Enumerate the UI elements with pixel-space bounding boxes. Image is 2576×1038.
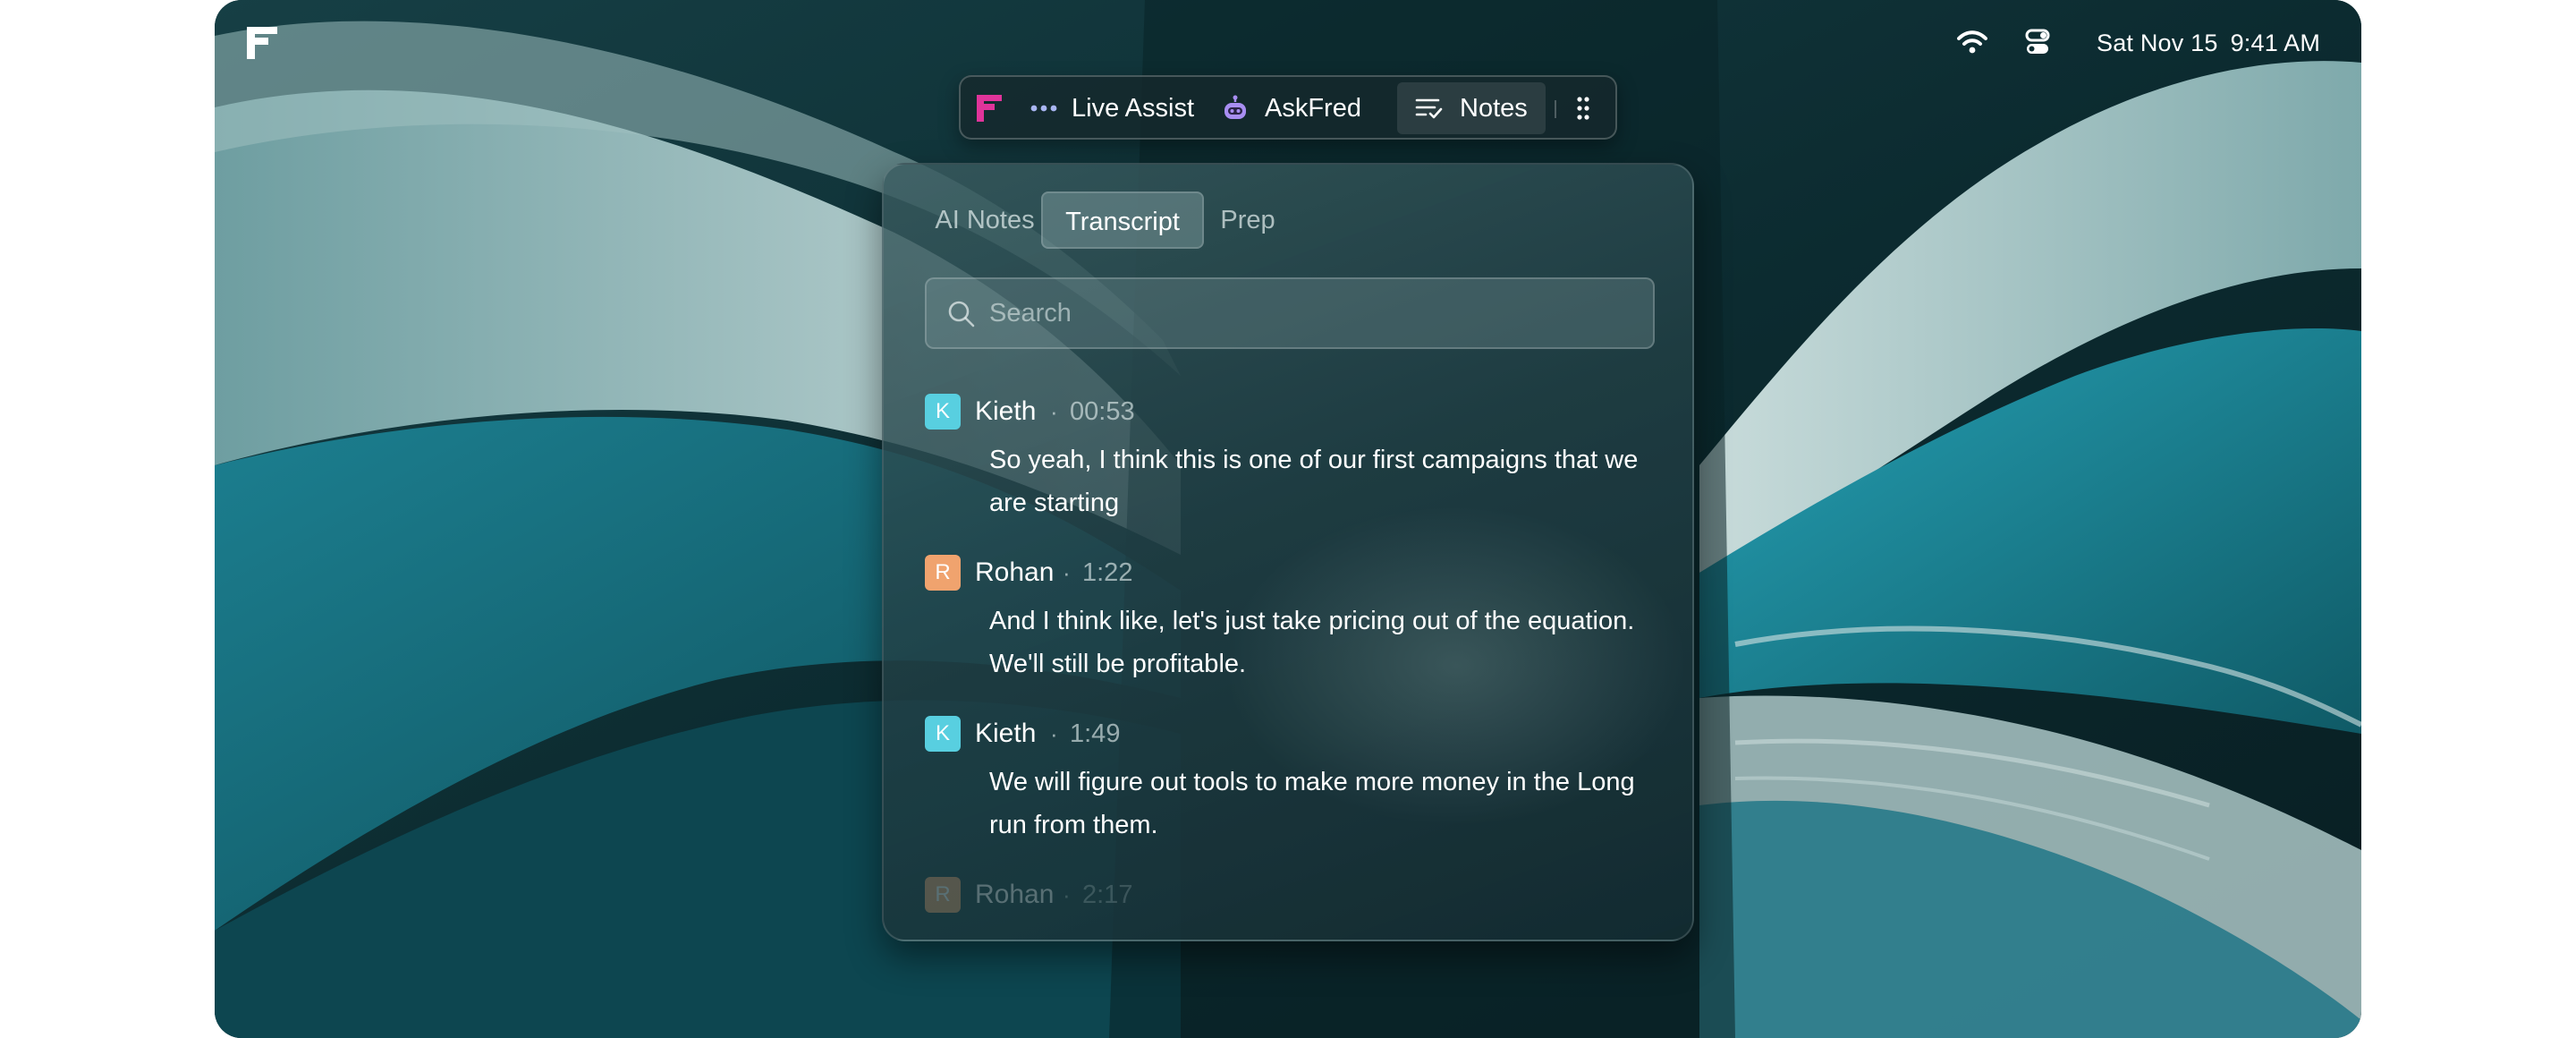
wifi-icon[interactable] (1957, 30, 1987, 54)
notes-button[interactable]: Notes (1397, 82, 1546, 134)
transcript-text: So yeah, I think this is one of our firs… (989, 446, 1639, 517)
timestamp[interactable]: 1:49 (1070, 716, 1120, 752)
toolbar-divider (1555, 100, 1556, 118)
clock-time: 9:41 AM (2230, 30, 2321, 56)
search-icon (948, 301, 975, 328)
live-assist-label: Live Assist (1072, 94, 1194, 123)
brand-logo-icon[interactable] (977, 95, 1002, 122)
assistant-toolbar: Live Assist AskFred Notes (959, 75, 1617, 140)
speaker-avatar: K (925, 716, 961, 752)
timestamp[interactable]: 2:17 (1082, 877, 1132, 913)
separator-dot: · (1063, 881, 1071, 908)
clock-date: Sat Nov 15 (2097, 30, 2218, 56)
speaker-name: Rohan (975, 557, 1055, 587)
search-box (925, 277, 1655, 349)
app-logo-icon[interactable] (247, 27, 277, 59)
speaker-avatar: K (925, 394, 961, 430)
menu-bar-clock[interactable]: Sat Nov 15 9:41 AM (2097, 27, 2320, 59)
timestamp[interactable]: 1:22 (1082, 555, 1132, 591)
tab-transcript[interactable]: Transcript (1041, 191, 1204, 249)
speaker-name: Kieth (975, 719, 1037, 748)
timestamp[interactable]: 00:53 (1070, 394, 1135, 430)
tab-prep[interactable]: Prep (1215, 191, 1281, 249)
askfred-label: AskFred (1265, 94, 1361, 123)
more-dots-icon (1030, 105, 1057, 112)
speaker-avatar: R (925, 555, 961, 591)
speaker-name: Kieth (975, 396, 1037, 426)
menu-bar: Sat Nov 15 9:41 AM (215, 0, 2361, 84)
drag-grip-icon[interactable] (1565, 95, 1601, 122)
live-assist-button[interactable]: Live Assist (1025, 82, 1204, 134)
search-input[interactable] (989, 279, 1633, 347)
speaker-avatar: R (925, 877, 961, 913)
separator-dot: · (1063, 559, 1071, 586)
control-center-icon[interactable] (2025, 29, 2050, 55)
separator-dot: · (1050, 720, 1058, 747)
tab-ai-notes[interactable]: AI Notes (923, 191, 1046, 249)
notes-list-icon (1415, 98, 1443, 119)
speaker-name: Rohan (975, 880, 1055, 909)
notes-label: Notes (1460, 94, 1528, 123)
askfred-button[interactable]: AskFred (1216, 82, 1386, 134)
separator-dot: · (1050, 398, 1058, 425)
transcript-text: And I think like, let's just take pricin… (989, 607, 1635, 678)
notes-panel: AI Notes Transcript Prep K Kieth · 00:53… (882, 163, 1694, 941)
robot-icon (1224, 95, 1246, 119)
transcript-text: We will figure out tools to make more mo… (989, 768, 1635, 839)
desktop-screen: Sat Nov 15 9:41 AM Live Assist AskFred N… (215, 0, 2361, 1038)
